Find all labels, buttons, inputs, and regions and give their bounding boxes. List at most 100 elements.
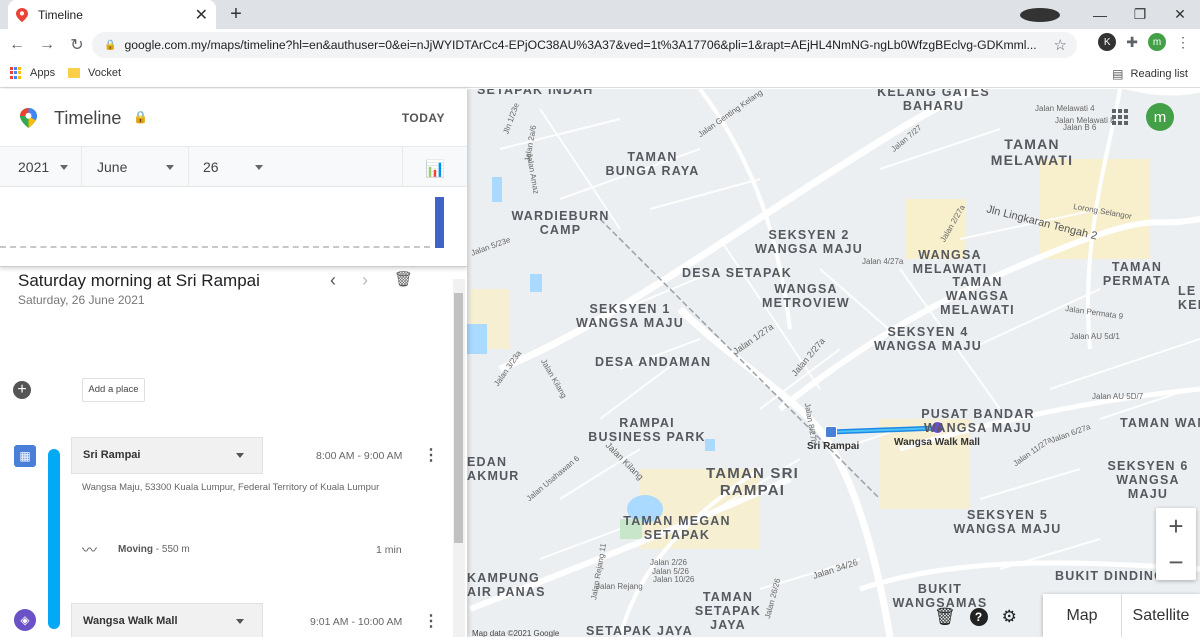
browser-menu-icon[interactable]: ⋮	[1176, 34, 1190, 51]
lock-icon[interactable]: 🔒	[104, 40, 116, 51]
street-label: Jalan AU 5d/1	[1070, 332, 1120, 341]
apps-grid-icon	[10, 67, 22, 79]
window-controls: — ❐ ✕	[1020, 0, 1200, 29]
bookmark-star-icon[interactable]: ☆	[1054, 36, 1067, 54]
timeline-title: Timeline	[54, 108, 122, 128]
area-label: KELANG GATES BAHARU	[877, 89, 990, 113]
area-label: LE KER	[1178, 284, 1200, 312]
next-day-chevron-icon[interactable]: ›	[362, 270, 368, 291]
bar-chart-icon[interactable]: 📊	[425, 159, 445, 179]
building-icon: ▦	[14, 445, 36, 467]
settings-gear-icon[interactable]: ⚙	[1002, 607, 1017, 627]
area-label: KAMPUNG AIR PANAS	[467, 571, 546, 599]
reload-button[interactable]: ↻	[62, 35, 92, 55]
restore-button[interactable]: ❐	[1120, 6, 1160, 23]
year-select[interactable]: 2021	[18, 159, 49, 175]
zoom-out-button[interactable]: −	[1156, 544, 1196, 580]
address-bar[interactable]: 🔒 google.com.my/maps/timeline?hl=en&auth…	[92, 32, 1077, 58]
map-attribution: Map data ©2021 Google	[472, 629, 560, 637]
forward-button[interactable]: →	[32, 36, 62, 54]
map-button[interactable]: Map	[1043, 594, 1122, 637]
movement-distance: - 550 m	[155, 544, 190, 555]
moving-trend-icon: 〰	[82, 542, 98, 559]
timeline-track	[48, 449, 60, 629]
visit-place-select[interactable]: Wangsa Walk Mall	[71, 603, 263, 637]
reading-list-label: Reading list	[1130, 68, 1188, 80]
area-label: SETAPAK INDAH	[477, 89, 594, 97]
marker-label: Wangsa Walk Mall	[894, 437, 980, 448]
bookmark-label: Vocket	[88, 67, 122, 79]
area-label: TAMAN SRI RAMPAI	[705, 465, 799, 499]
more-options-icon[interactable]: ⋮	[423, 445, 439, 465]
visit-place-name: Sri Rampai	[83, 449, 141, 461]
histogram-bar-selected-day[interactable]	[435, 197, 444, 248]
area-label: WANGSA METROVIEW	[762, 282, 850, 310]
scrollbar[interactable]	[453, 279, 465, 637]
day-select[interactable]: 26	[203, 159, 219, 175]
today-button[interactable]: TODAY	[402, 111, 445, 125]
tab-title: Timeline	[38, 7, 83, 22]
more-options-icon[interactable]: ⋮	[423, 611, 439, 631]
extension-icons: K ✚ m ⋮	[1098, 33, 1190, 51]
previous-day-chevron-icon[interactable]: ‹	[330, 270, 336, 291]
area-label: RAMPAI BUSINESS PARK	[588, 416, 706, 444]
satellite-button[interactable]: Satellite	[1122, 594, 1200, 637]
day-heading: Saturday morning at Sri Rampai	[18, 271, 260, 290]
chevron-down-icon[interactable]	[166, 165, 174, 170]
back-button[interactable]: ←	[2, 36, 32, 54]
marker-sri-rampai-icon[interactable]	[825, 426, 837, 438]
chevron-down-icon[interactable]	[60, 165, 68, 170]
close-tab-icon[interactable]: ✕	[195, 5, 208, 25]
histogram-baseline	[0, 246, 430, 248]
street-label: Jalan AU 5D/7	[1092, 392, 1144, 401]
zoom-in-button[interactable]: +	[1156, 508, 1196, 544]
chevron-down-icon[interactable]	[255, 165, 263, 170]
extension-k-icon[interactable]: K	[1098, 33, 1117, 51]
delete-day-trash-icon[interactable]: 🗑	[394, 270, 413, 291]
timeline-header: Timeline 🔒 TODAY	[0, 89, 467, 146]
google-apps-icon[interactable]	[1112, 109, 1128, 125]
close-window-button[interactable]: ✕	[1160, 6, 1200, 23]
area-label: PUSAT BANDAR WANGSA MAJU	[921, 407, 1035, 435]
day-navigation: ‹ › 🗑	[330, 270, 413, 291]
url-text[interactable]: google.com.my/maps/timeline?hl=en&authus…	[124, 38, 1039, 52]
bookmark-vocket[interactable]: Vocket	[68, 67, 121, 79]
area-label: TAMAN BUNGA RAYA	[605, 150, 700, 178]
chevron-down-icon	[236, 453, 244, 458]
folder-icon	[68, 68, 80, 78]
help-icon[interactable]: ?	[969, 608, 988, 626]
reading-list-button[interactable]: ▤ Reading list	[1112, 67, 1188, 81]
maps-pin-icon	[16, 7, 28, 22]
add-place-button[interactable]: Add a place	[82, 378, 145, 402]
area-label: TAMAN MELAWATI	[990, 136, 1074, 168]
bookmark-apps[interactable]: Apps	[10, 67, 55, 79]
shopping-bag-icon: ◈	[14, 609, 36, 631]
area-label: SEKSYEN 2 WANGSA MAJU	[755, 228, 863, 256]
visit-address: Wangsa Maju, 53300 Kuala Lumpur, Federal…	[82, 482, 380, 493]
movement-label: Moving - 550 m	[118, 544, 190, 555]
area-label: WARDIEBURN CAMP	[511, 209, 610, 237]
activity-histogram[interactable]	[0, 187, 467, 267]
extensions-puzzle-icon[interactable]: ✚	[1126, 34, 1138, 51]
tab-timeline[interactable]: Timeline ✕	[8, 0, 216, 29]
toolbar: ← → ↻ 🔒 google.com.my/maps/timeline?hl=e…	[0, 29, 1200, 61]
area-label: TAMAN PERMATA	[1102, 260, 1172, 288]
lock-icon: 🔒	[133, 110, 148, 124]
minimize-button[interactable]: —	[1080, 7, 1120, 23]
add-place-plus-icon[interactable]: +	[13, 381, 31, 399]
tab-search-icon[interactable]	[1020, 7, 1060, 22]
street-label: Jalan B 6	[1063, 123, 1097, 132]
scrollbar-thumb[interactable]	[454, 293, 463, 543]
profile-avatar[interactable]: m	[1148, 33, 1166, 51]
bookmarks-bar: Apps Vocket ▤ Reading list	[0, 61, 1200, 88]
account-avatar[interactable]: m	[1146, 103, 1174, 131]
zoom-control: + −	[1156, 508, 1196, 580]
street-label: Jalan 2/26	[650, 558, 687, 567]
area-label: SEKSYEN 1 WANGSA MAJU	[576, 302, 684, 330]
month-select[interactable]: June	[97, 159, 127, 175]
area-label: SEKSYEN 6 WANGSA MAJU	[1107, 459, 1189, 501]
visit-place-select[interactable]: Sri Rampai	[71, 437, 263, 474]
street-label: Jalan Rejang	[596, 582, 643, 591]
trash-icon[interactable]: 🗑	[934, 607, 956, 627]
new-tab-button[interactable]: +	[226, 3, 246, 26]
